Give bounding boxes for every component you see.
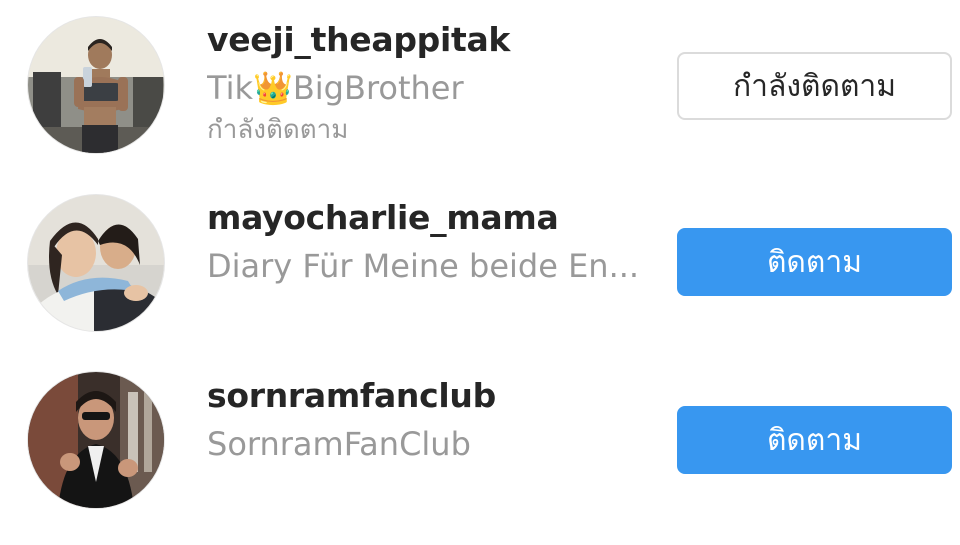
following-button[interactable]: กำลังติดตาม bbox=[677, 52, 952, 120]
user-info[interactable]: mayocharlie_mama Diary Für Meine beide E… bbox=[207, 198, 657, 286]
follow-button[interactable]: ติดตาม bbox=[677, 406, 952, 474]
full-name: Tik👑BigBrother bbox=[207, 69, 464, 107]
user-row-veeji[interactable]: veeji_theappitak Tik👑BigBrother กำลังติด… bbox=[0, 0, 960, 178]
user-info[interactable]: veeji_theappitak Tik👑BigBrother กำลังติด… bbox=[207, 20, 657, 146]
username[interactable]: veeji_theappitak bbox=[207, 20, 657, 60]
follow-status-text: กำลังติดตาม bbox=[207, 115, 349, 145]
full-name: Diary Für Meine beide En... bbox=[207, 247, 640, 285]
username[interactable]: sornramfanclub bbox=[207, 376, 657, 416]
avatar[interactable] bbox=[28, 195, 164, 331]
full-name: SornramFanClub bbox=[207, 425, 471, 463]
username[interactable]: mayocharlie_mama bbox=[207, 198, 657, 238]
avatar[interactable] bbox=[28, 17, 164, 153]
user-row-sornram[interactable]: sornramfanclub SornramFanClub ติดตาม bbox=[0, 356, 960, 534]
follow-button[interactable]: ติดตาม bbox=[677, 228, 952, 296]
user-row-mayocharlie[interactable]: mayocharlie_mama Diary Für Meine beide E… bbox=[0, 178, 960, 356]
avatar[interactable] bbox=[28, 372, 164, 508]
user-info[interactable]: sornramfanclub SornramFanClub bbox=[207, 376, 657, 464]
